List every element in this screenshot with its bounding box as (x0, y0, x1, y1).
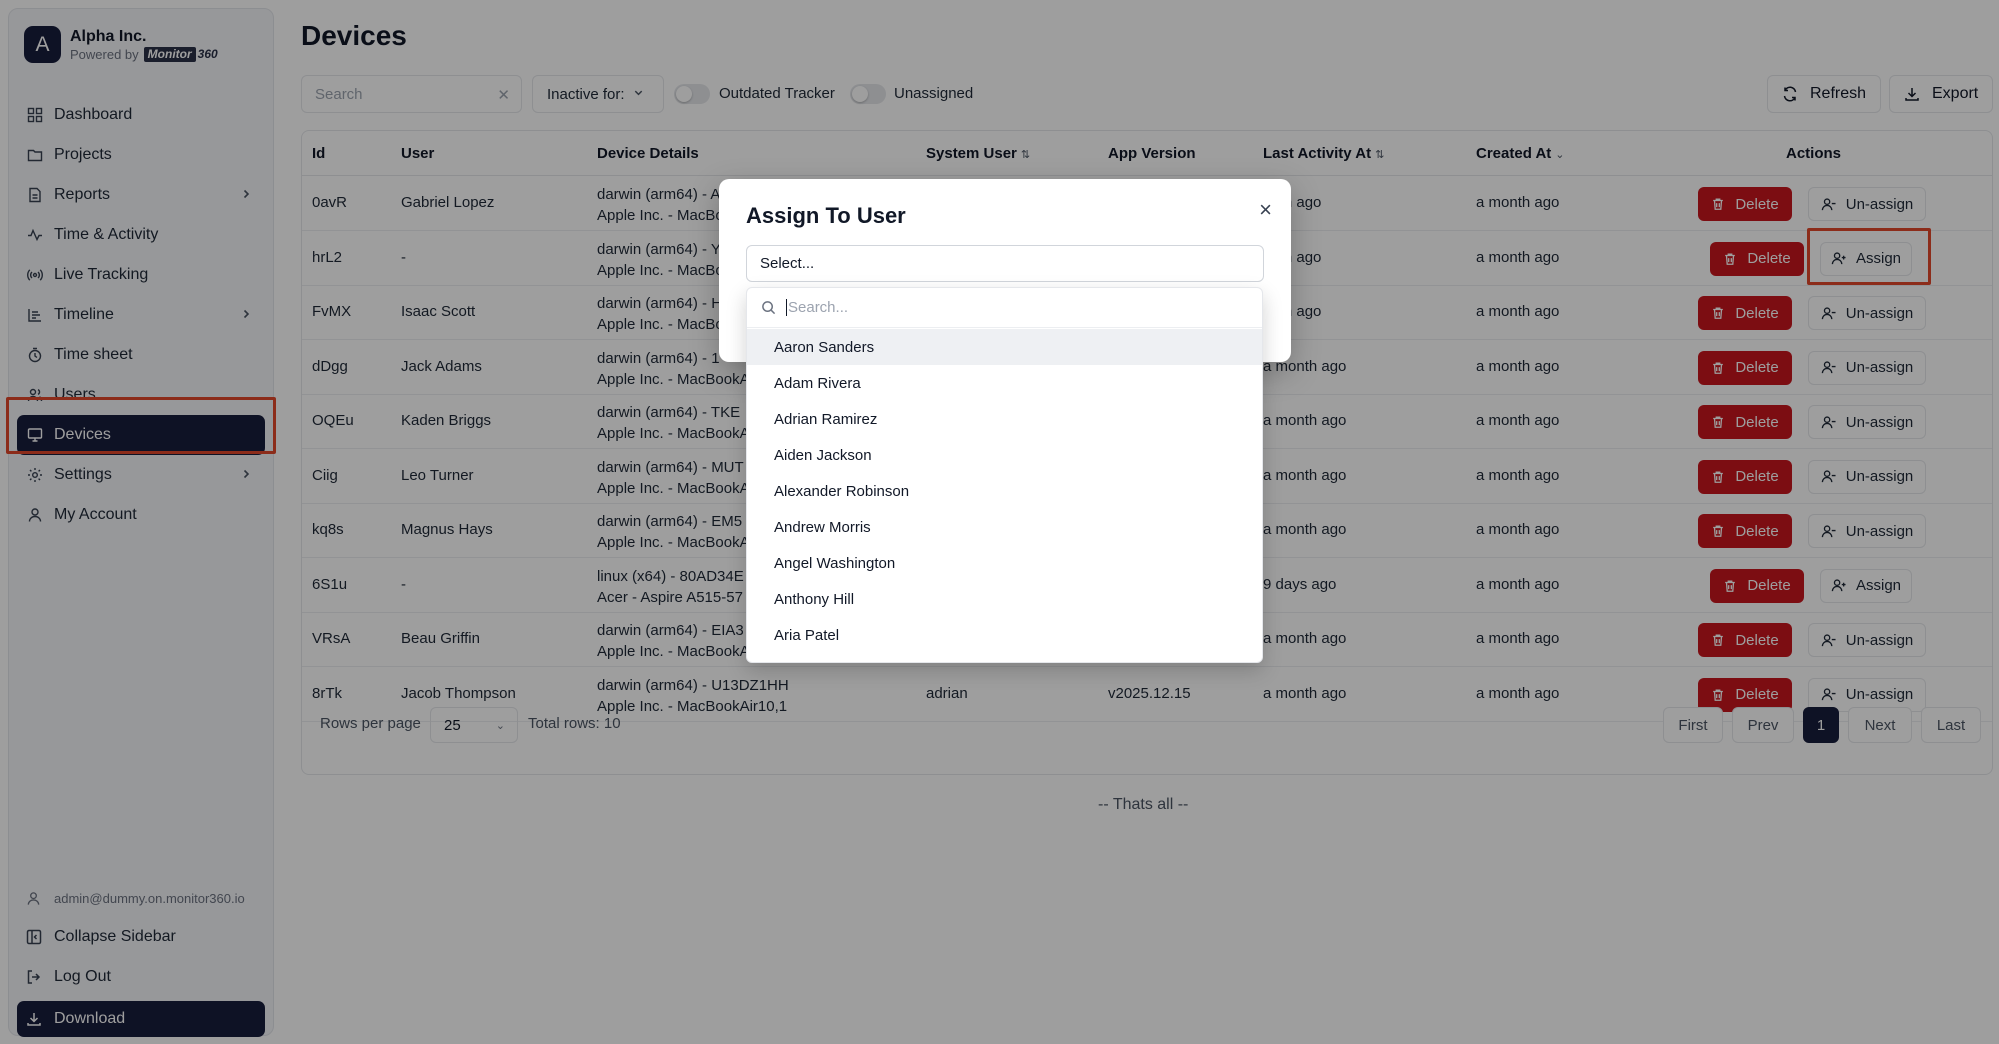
dropdown-option-label: Asher Richardson (774, 663, 893, 664)
dropdown-option[interactable]: Aiden Jackson (747, 437, 1262, 473)
dropdown-option[interactable]: Alexander Robinson (747, 473, 1262, 509)
dropdown-option[interactable]: Andrew Morris (747, 509, 1262, 545)
dropdown-option[interactable]: Adrian Ramirez (747, 401, 1262, 437)
dropdown-option[interactable]: Angel Washington (747, 545, 1262, 581)
dropdown-option[interactable]: Adam Rivera (747, 365, 1262, 401)
search-icon (761, 300, 776, 315)
dropdown-option-label: Aaron Sanders (774, 338, 875, 356)
dropdown-option-label: Adrian Ramirez (774, 410, 878, 428)
dropdown-option[interactable]: Aaron Sanders (747, 329, 1262, 365)
dropdown-option[interactable]: Asher Richardson (747, 653, 1262, 664)
dropdown-option[interactable]: Aria Patel (747, 617, 1262, 653)
user-dropdown: Search... Aaron Sanders Adam Rivera Adrian… (746, 287, 1263, 663)
dropdown-option-label: Aria Patel (774, 626, 840, 644)
dropdown-option-label: Adam Rivera (774, 374, 861, 392)
user-select-placeholder: Select... (760, 255, 815, 272)
dropdown-option-label: Aiden Jackson (774, 446, 872, 464)
dropdown-option-label: Anthony Hill (774, 590, 855, 608)
close-icon[interactable]: × (1259, 199, 1272, 221)
dropdown-search-placeholder: Search... (788, 299, 849, 316)
dropdown-option[interactable]: Anthony Hill (747, 581, 1262, 617)
modal-title: Assign To User (746, 203, 906, 228)
text-cursor (786, 299, 787, 316)
dropdown-option-label: Angel Washington (774, 554, 896, 572)
dropdown-search-input[interactable]: Search... (747, 288, 1262, 328)
user-select[interactable]: Select... (746, 245, 1264, 282)
dropdown-option-label: Andrew Morris (774, 518, 871, 536)
dropdown-option-label: Alexander Robinson (774, 482, 910, 500)
